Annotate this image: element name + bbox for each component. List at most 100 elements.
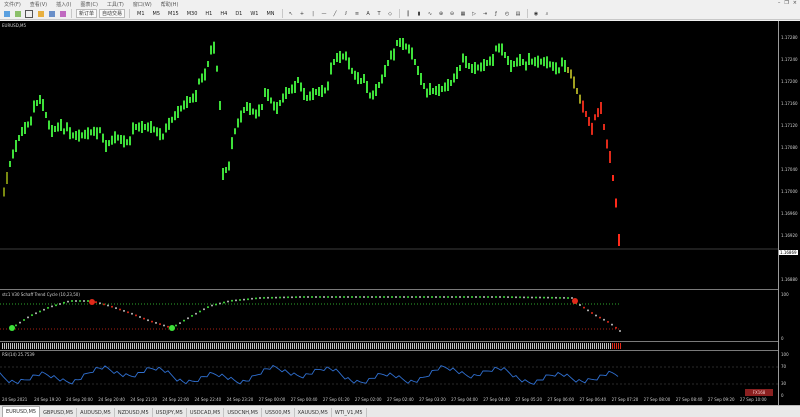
menu-charts[interactable]: 图表(C) <box>81 1 98 8</box>
stc-point <box>355 296 357 298</box>
stc-buy-signal <box>169 325 175 331</box>
tab-nzdusd[interactable]: NZDUSD,M5 <box>115 408 153 417</box>
tab-audusd[interactable]: AUDUSD,M5 <box>77 408 115 417</box>
hist-bar <box>428 343 429 349</box>
trendline-icon[interactable]: ╱ <box>331 9 340 18</box>
hist-bar <box>234 343 235 349</box>
tf-h1[interactable]: H1 <box>202 9 215 18</box>
price-bar <box>84 129 86 139</box>
label-icon[interactable]: T <box>375 9 384 18</box>
zoom-in-icon[interactable]: ⊕ <box>437 9 446 18</box>
stc-point <box>427 296 429 298</box>
time-axis[interactable]: 24 Sep 2021 24 Sep 19:20 24 Sep 20:00 24 Se… <box>0 395 778 405</box>
restore-icon[interactable]: ❐ <box>784 0 788 6</box>
indicators-icon[interactable]: ƒ <box>492 9 501 18</box>
tab-usdcnh[interactable]: USDCNH,M5 <box>224 408 263 417</box>
price-bar <box>495 45 497 52</box>
candle-chart-icon[interactable]: ▮ <box>415 9 424 18</box>
tf-m30[interactable]: M30 <box>184 9 201 18</box>
periods-icon[interactable]: ◴ <box>503 9 512 18</box>
stc-point <box>543 296 545 299</box>
navigator-icon[interactable] <box>36 9 45 18</box>
price-axis[interactable]: 1.17280 1.17240 1.17200 1.17160 1.17120 … <box>778 21 800 405</box>
hist-bar <box>160 343 161 349</box>
templates-icon[interactable]: ▤ <box>514 9 523 18</box>
price-bar <box>105 140 107 152</box>
menu-view[interactable]: 查看(V) <box>30 1 47 8</box>
tab-xauusd[interactable]: XAUUSD,M5 <box>295 408 332 417</box>
autotrade-button[interactable]: 自动交易 <box>99 9 126 18</box>
market-watch-icon[interactable] <box>24 9 34 18</box>
hist-bar <box>592 343 593 349</box>
crosshair-icon[interactable]: + <box>298 9 307 18</box>
text-icon[interactable]: A <box>364 9 373 18</box>
tf-m15[interactable]: M15 <box>165 9 182 18</box>
shapes-icon[interactable]: ◇ <box>386 9 395 18</box>
bar-chart-icon[interactable]: ┃ <box>404 9 413 18</box>
new-order-button[interactable]: 新订单 <box>76 9 98 18</box>
terminal-icon[interactable] <box>47 9 56 18</box>
stc-point <box>27 316 29 319</box>
price-bar <box>405 43 407 50</box>
horizontal-line-icon[interactable]: — <box>320 9 329 18</box>
price-bar <box>366 81 368 93</box>
strategy-tester-icon[interactable] <box>58 9 67 18</box>
zoom-out-icon[interactable]: ⊖ <box>448 9 457 18</box>
price-bar <box>453 73 455 83</box>
line-chart-icon[interactable]: ∿ <box>426 9 435 18</box>
hist-bar <box>168 343 169 349</box>
tf-m5[interactable]: M5 <box>150 9 164 18</box>
search-icon[interactable]: ⌕ <box>543 9 552 18</box>
stc-point <box>79 300 81 302</box>
tf-d1[interactable]: D1 <box>232 9 245 18</box>
hist-bar <box>16 343 17 349</box>
hist-bar <box>36 343 37 349</box>
fibonacci-icon[interactable]: ≡ <box>353 9 362 18</box>
menu-window[interactable]: 窗口(W) <box>133 1 152 8</box>
hist-pane-separator[interactable] <box>0 350 778 351</box>
price-bar <box>180 105 182 112</box>
stc-pane-separator[interactable] <box>0 341 778 342</box>
hist-bar <box>542 343 543 349</box>
menu-help[interactable]: 帮助(H) <box>161 1 179 8</box>
tile-windows-icon[interactable]: ▦ <box>459 9 468 18</box>
profiles-icon[interactable] <box>13 9 22 18</box>
tf-h4[interactable]: H4 <box>217 9 230 18</box>
chart-area[interactable]: EURUSD,M5 stc1 V30 Schaff Trend Cycle (1… <box>0 21 800 405</box>
tab-eurusd[interactable]: EURUSD,M5 <box>2 406 41 417</box>
tf-mn[interactable]: MN <box>263 9 277 18</box>
price-bar <box>189 97 191 103</box>
autoscroll-icon[interactable]: ▷ <box>470 9 479 18</box>
menu-insert[interactable]: 插入(I) <box>56 1 71 8</box>
price-bar <box>312 88 314 100</box>
hist-bar <box>402 343 403 349</box>
tab-usdcad[interactable]: USDCAD,M5 <box>187 408 225 417</box>
main-pane-separator[interactable] <box>0 289 778 290</box>
close-icon[interactable]: × <box>793 0 797 6</box>
tf-m1[interactable]: M1 <box>134 9 148 18</box>
experts-icon[interactable]: ◉ <box>532 9 541 18</box>
tab-us500[interactable]: US500,M5 <box>262 408 295 417</box>
price-bar <box>441 86 443 92</box>
menu-tools[interactable]: 工具(T) <box>107 1 124 8</box>
price-bar <box>81 132 83 139</box>
channel-icon[interactable]: ⫽ <box>342 9 351 18</box>
tab-usdjpy[interactable]: USDJPY,M5 <box>153 408 187 417</box>
hist-bar <box>222 343 223 349</box>
stc-point <box>287 296 289 299</box>
new-chart-icon[interactable] <box>2 9 11 18</box>
cursor-icon[interactable]: ↖ <box>287 9 296 18</box>
hist-bar <box>216 343 217 349</box>
time-tick: 24 Sep 23:20 <box>226 397 254 402</box>
vertical-line-icon[interactable]: | <box>309 9 318 18</box>
tf-w1[interactable]: W1 <box>247 9 261 18</box>
price-bar <box>591 122 593 135</box>
tab-wti[interactable]: WTI_V1,M5 <box>332 408 367 417</box>
tab-gbpusd[interactable]: GBPUSD,M5 <box>40 408 78 417</box>
price-bar <box>369 92 371 99</box>
menu-file[interactable]: 文件(F) <box>4 1 21 8</box>
stc-point <box>479 296 481 298</box>
minimize-icon[interactable]: – <box>778 0 781 6</box>
chart-shift-icon[interactable]: ⇥ <box>481 9 490 18</box>
price-bar <box>51 125 53 137</box>
